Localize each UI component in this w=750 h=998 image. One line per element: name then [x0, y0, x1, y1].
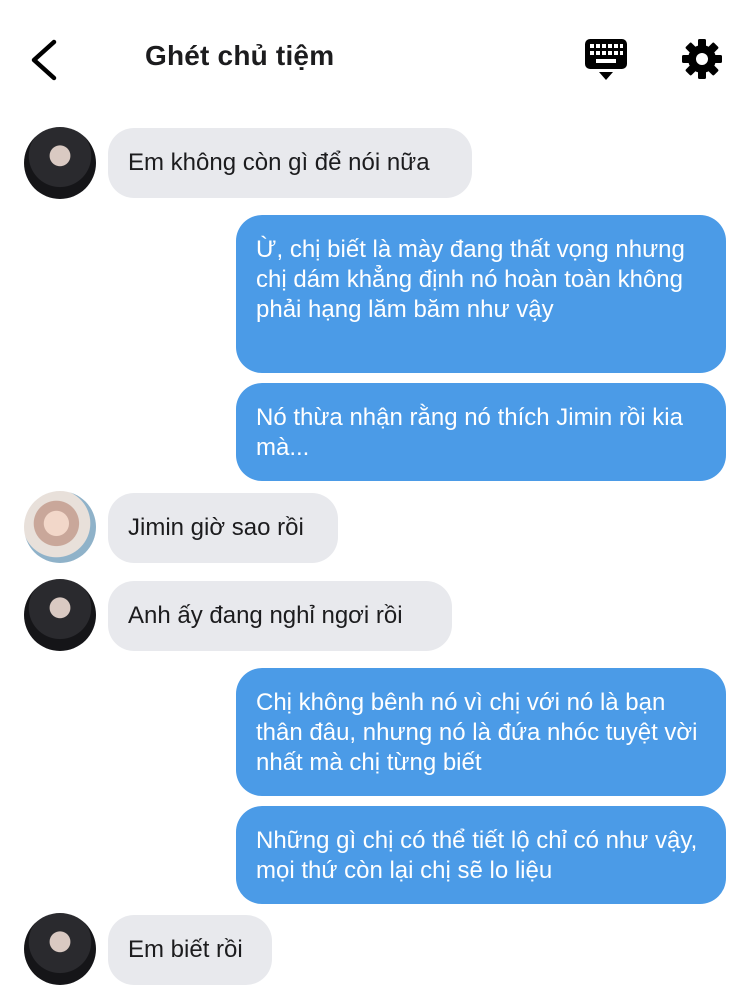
- avatar[interactable]: [24, 127, 96, 199]
- gear-icon[interactable]: [681, 38, 723, 80]
- message-bubble[interactable]: Em biết rồi: [108, 915, 272, 985]
- chevron-left-icon[interactable]: [26, 36, 66, 84]
- avatar[interactable]: [24, 913, 96, 985]
- message-bubble[interactable]: Nó thừa nhận rằng nó thích Jimin rồi kia…: [236, 383, 726, 481]
- message-bubble[interactable]: Những gì chị có thể tiết lộ chỉ có như v…: [236, 806, 726, 904]
- keyboard-icon[interactable]: [584, 38, 628, 82]
- message-bubble[interactable]: Jimin giờ sao rồi: [108, 493, 338, 563]
- chat-header: Ghét chủ tiệm: [0, 0, 750, 110]
- avatar[interactable]: [24, 579, 96, 651]
- chat-title: Ghét chủ tiệm: [145, 40, 335, 71]
- message-bubble[interactable]: Ừ, chị biết là mày đang thất vọng nhưng …: [236, 215, 726, 373]
- message-bubble[interactable]: Em không còn gì để nói nữa: [108, 128, 472, 198]
- message-bubble[interactable]: Chị không bênh nó vì chị với nó là bạn t…: [236, 668, 726, 796]
- avatar[interactable]: [24, 491, 96, 563]
- message-bubble[interactable]: Anh ấy đang nghỉ ngơi rồi: [108, 581, 452, 651]
